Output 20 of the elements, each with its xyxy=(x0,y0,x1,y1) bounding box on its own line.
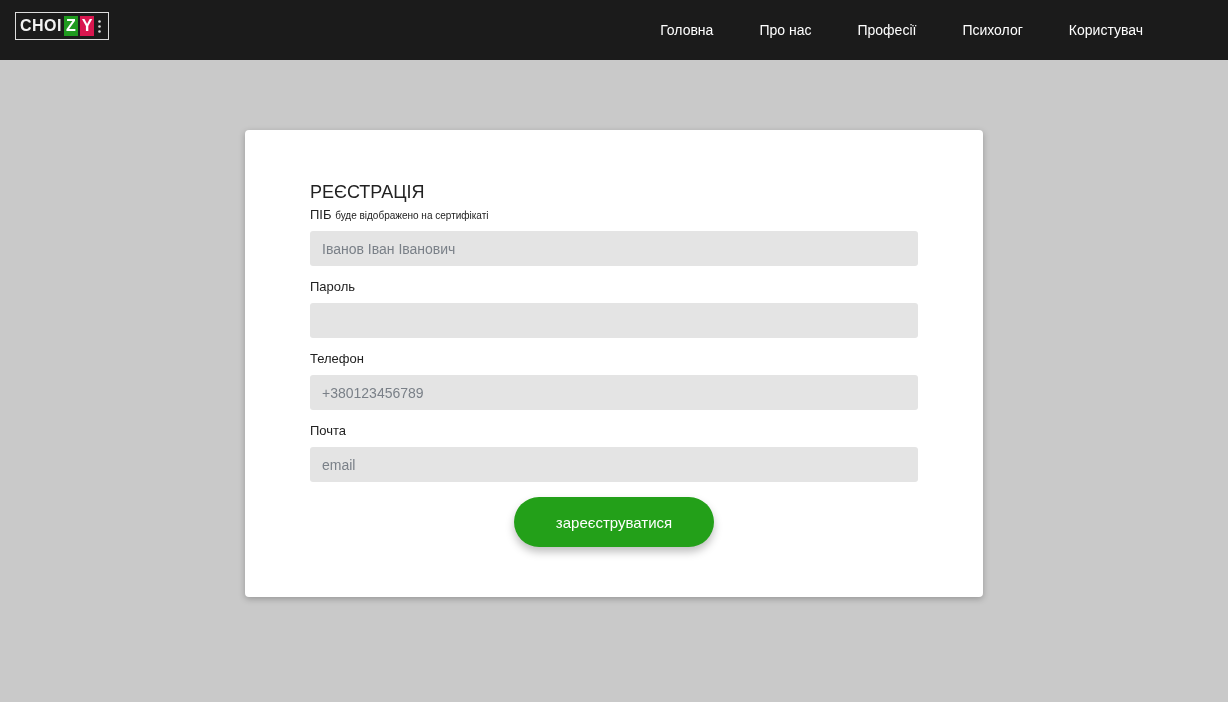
input-field[interactable]: email xyxy=(310,447,918,482)
field-label: Почта xyxy=(310,423,347,438)
nav-link[interactable]: Психолог xyxy=(939,22,1046,38)
input-field[interactable]: +380123456789 xyxy=(310,375,918,410)
input-field[interactable] xyxy=(310,303,918,338)
field-label: ПІБ xyxy=(310,207,332,222)
form-title: РЕЄСТРАЦІЯ xyxy=(310,182,426,203)
logo-text: CHOI xyxy=(20,17,62,35)
dots-icon xyxy=(98,19,102,33)
nav-link[interactable]: Головна xyxy=(637,22,737,38)
field-hint: буде відображено на сертифікаті xyxy=(335,210,489,221)
input-field[interactable]: Іванов Іван Іванович xyxy=(310,231,918,266)
field-label: Телефон xyxy=(310,351,364,366)
field-label: Пароль xyxy=(310,279,356,294)
logo-letter: Z xyxy=(64,16,78,36)
nav-link[interactable]: Про нас xyxy=(736,22,835,38)
logo-letter: Y xyxy=(79,16,95,36)
nav-link[interactable]: Професії xyxy=(834,22,940,38)
nav-link[interactable]: Користувач xyxy=(1045,22,1166,38)
logo[interactable]: CHOI Z Y xyxy=(15,12,109,40)
